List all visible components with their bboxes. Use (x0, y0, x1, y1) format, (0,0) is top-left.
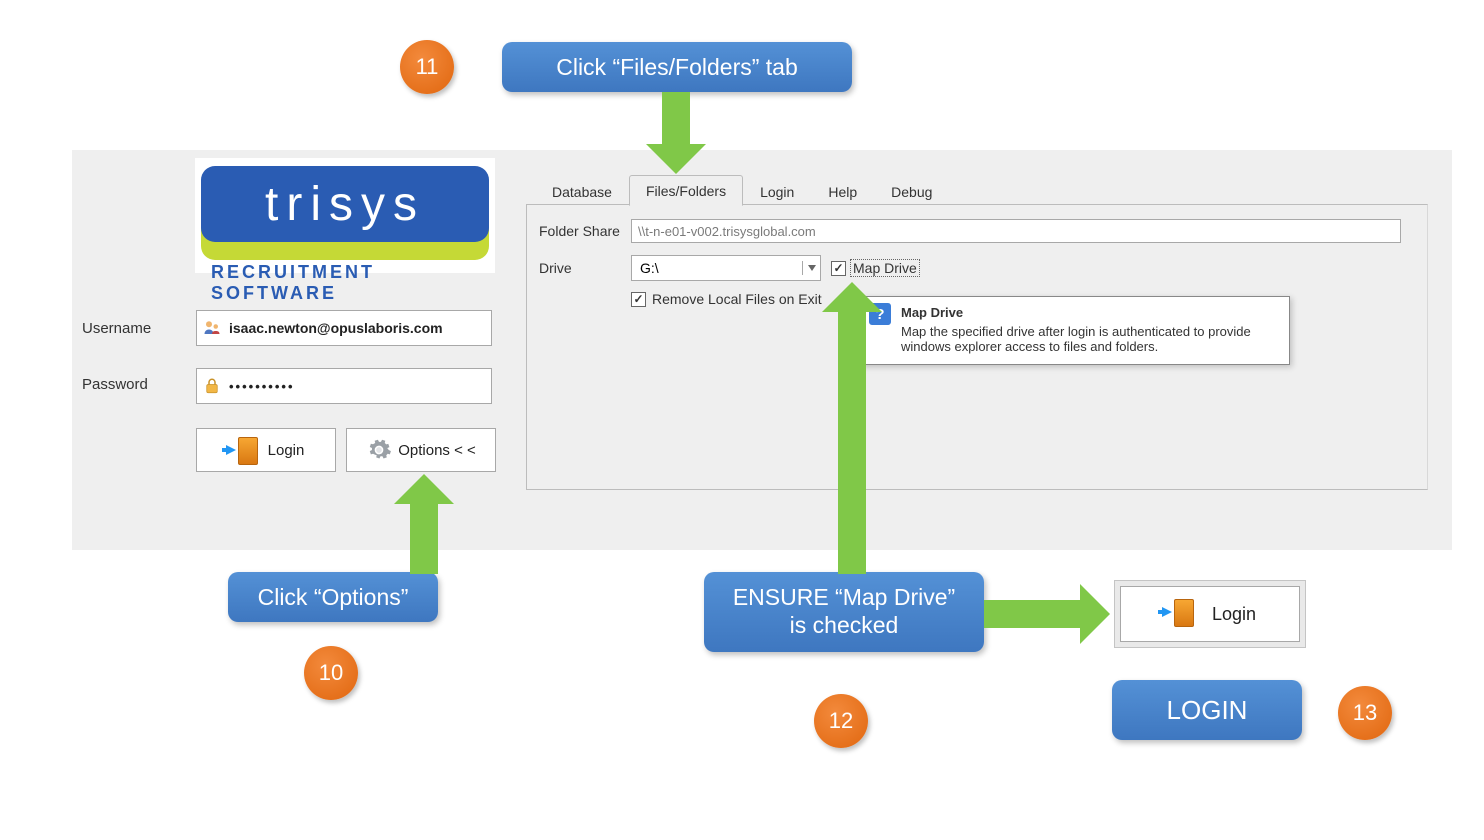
arrow-right-icon (984, 584, 1114, 644)
drive-label: Drive (539, 260, 631, 276)
options-tabs: Database Files/Folders Login Help Debug (535, 175, 949, 206)
username-input[interactable]: isaac.newton@opuslaboris.com (196, 310, 492, 346)
step-badge-10: 10 (304, 646, 358, 700)
login-button-secondary[interactable]: Login (1120, 586, 1300, 642)
drive-value: G:\ (640, 260, 659, 276)
login-button[interactable]: Login (196, 428, 336, 472)
tab-login[interactable]: Login (743, 176, 811, 206)
tab-database[interactable]: Database (535, 176, 629, 206)
logo-tagline: RECRUITMENT SOFTWARE (211, 262, 495, 304)
remove-local-label: Remove Local Files on Exit (650, 291, 824, 307)
tooltip-title: Map Drive (901, 305, 1279, 320)
callout-map-drive: ENSURE “Map Drive” is checked (704, 572, 984, 652)
tab-debug[interactable]: Debug (874, 176, 949, 206)
gear-icon (366, 437, 392, 463)
login-button-label: Login (268, 442, 305, 459)
step-badge-13: 13 (1338, 686, 1392, 740)
drive-select[interactable]: G:\ (631, 255, 821, 281)
step-badge-11: 11 (400, 40, 454, 94)
lock-icon (203, 377, 221, 395)
password-input[interactable]: •••••••••• (196, 368, 492, 404)
callout-login: LOGIN (1112, 680, 1302, 740)
map-drive-tooltip: ? Map Drive Map the specified drive afte… (860, 296, 1290, 365)
folder-share-input[interactable] (631, 219, 1401, 243)
arrow-up-icon (394, 474, 454, 574)
password-value: •••••••••• (229, 379, 485, 394)
arrow-down-icon (646, 92, 706, 176)
door-login-icon (228, 435, 258, 465)
map-drive-checkbox[interactable] (831, 261, 846, 276)
arrow-up-icon (822, 282, 882, 572)
map-drive-label: Map Drive (850, 259, 920, 277)
logo-brand: trisys (265, 177, 425, 232)
logo: trisys RECRUITMENT SOFTWARE (195, 158, 495, 273)
door-login-icon (1164, 597, 1198, 631)
options-button[interactable]: Options < < (346, 428, 496, 472)
options-button-label: Options < < (398, 442, 476, 459)
step-badge-12: 12 (814, 694, 868, 748)
remove-local-checkbox[interactable] (631, 292, 646, 307)
chevron-down-icon (802, 261, 816, 275)
folder-share-label: Folder Share (539, 223, 631, 239)
username-label: Username (82, 320, 151, 337)
tab-help[interactable]: Help (811, 176, 874, 206)
password-label: Password (82, 376, 148, 393)
tooltip-body: Map the specified drive after login is a… (901, 324, 1279, 354)
login-button-secondary-label: Login (1212, 604, 1256, 625)
username-value: isaac.newton@opuslaboris.com (229, 320, 485, 336)
callout-options: Click “Options” (228, 572, 438, 622)
user-icon (203, 319, 221, 337)
callout-files-folders: Click “Files/Folders” tab (502, 42, 852, 92)
tab-files-folders[interactable]: Files/Folders (629, 175, 743, 206)
